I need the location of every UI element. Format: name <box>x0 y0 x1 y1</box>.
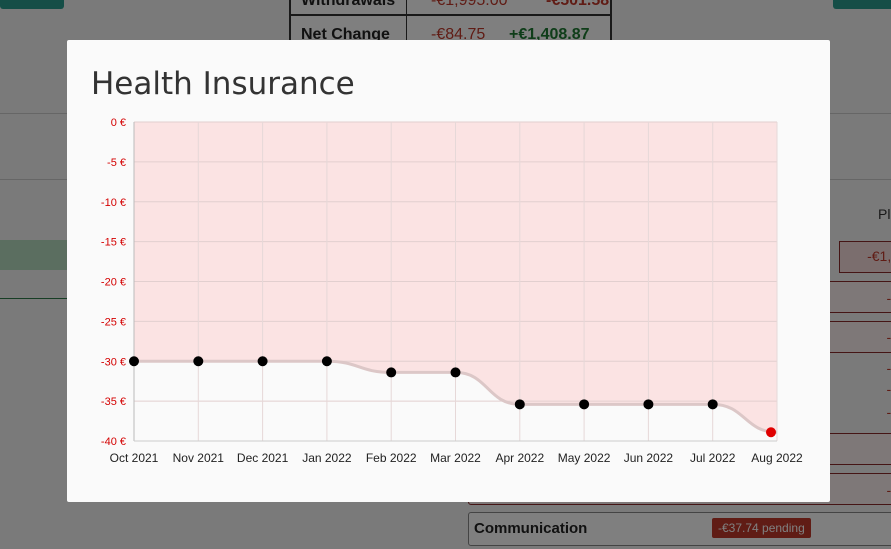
data-point <box>514 399 525 410</box>
x-tick-label: Aug 2022 <box>751 451 803 465</box>
data-point <box>579 399 590 410</box>
data-point <box>450 367 461 378</box>
x-tick-label: Dec 2021 <box>237 451 289 465</box>
x-tick-label: Jul 2022 <box>690 451 736 465</box>
data-point <box>257 356 268 367</box>
data-point <box>386 367 397 378</box>
data-point <box>129 356 139 367</box>
x-tick-label: Mar 2022 <box>430 451 481 465</box>
chart-modal: Health Insurance 0 € -5 € -10 € -15 € -20 € -… <box>67 40 830 502</box>
data-point <box>643 399 654 410</box>
y-tick-label: 0 € <box>111 117 126 129</box>
data-point <box>766 427 776 438</box>
x-tick-label: Jun 2022 <box>624 451 674 465</box>
y-tick-label: -30 € <box>101 356 126 368</box>
y-tick-label: -35 € <box>101 396 126 408</box>
data-point <box>707 399 718 410</box>
x-tick-label: Nov 2021 <box>173 451 225 465</box>
x-tick-label: Feb 2022 <box>366 451 417 465</box>
x-tick-label: Oct 2021 <box>110 451 159 465</box>
x-tick-label: Jan 2022 <box>302 451 352 465</box>
y-tick-label: -40 € <box>101 436 126 448</box>
y-tick-label: -25 € <box>101 316 126 328</box>
chart: 0 € -5 € -10 € -15 € -20 € -25 € -30 € -35 € -40… <box>101 117 803 465</box>
x-tick-label: May 2022 <box>558 451 611 465</box>
data-point <box>321 356 332 367</box>
y-tick-label: -15 € <box>101 237 126 249</box>
y-tick-label: -10 € <box>101 197 126 209</box>
x-tick-label: Apr 2022 <box>495 451 544 465</box>
data-point <box>193 356 204 367</box>
y-tick-label: -5 € <box>107 157 126 169</box>
y-tick-label: -20 € <box>101 277 126 289</box>
